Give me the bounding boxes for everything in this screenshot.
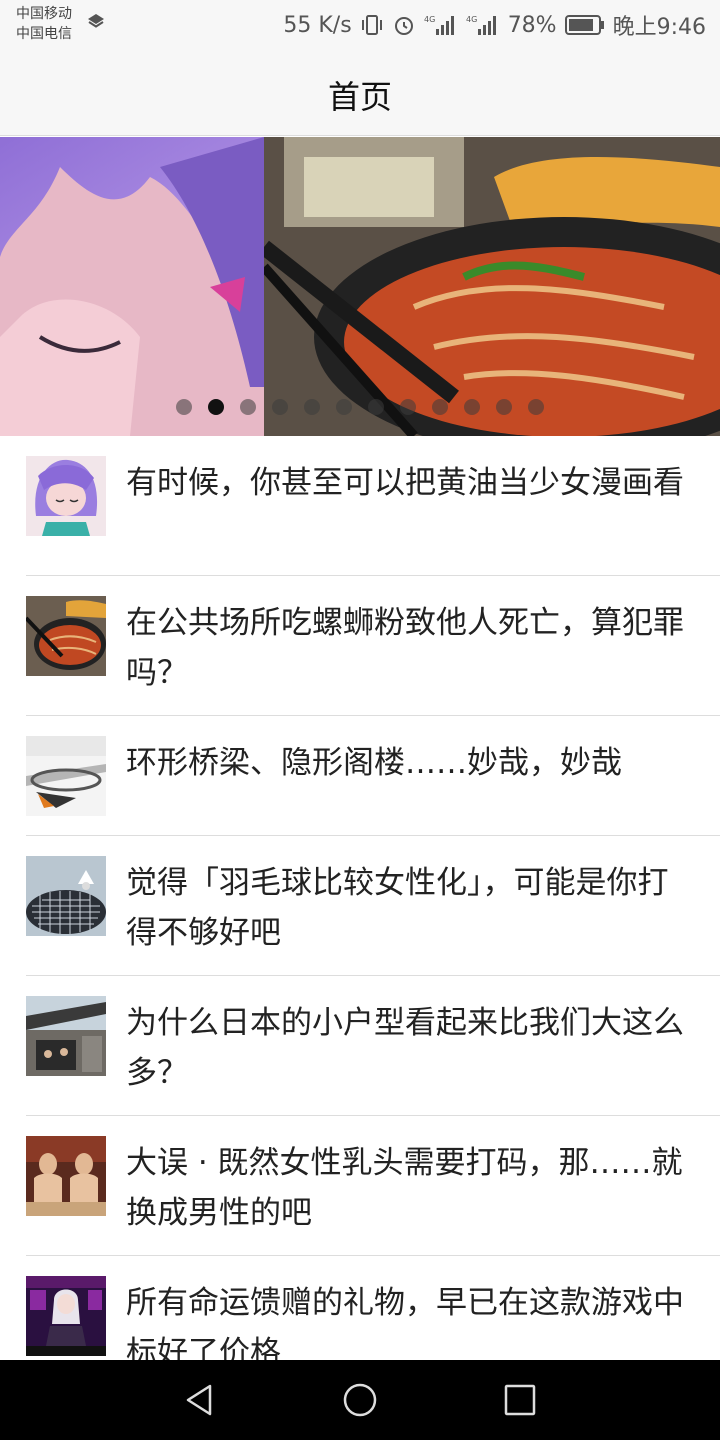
home-icon[interactable] [340,1380,380,1420]
banner-slide-anime[interactable] [0,137,264,436]
carousel-dot[interactable] [240,399,256,415]
svg-text:4G: 4G [424,15,435,24]
list-item[interactable]: 大误 · 既然女性乳头需要打码，那……就换成男性的吧 [0,1116,720,1256]
list-item[interactable]: 环形桥梁、隐形阁楼……妙哉，妙哉 [0,716,720,836]
battery-percent: 78% [507,12,557,38]
article-list: 有时候，你甚至可以把黄油当少女漫画看 在公共场所吃螺蛳粉致他人死亡，算犯罪吗？ … [0,436,720,1396]
carrier-1: 中国移动 [16,6,72,22]
article-title[interactable]: 环形桥梁、隐形阁楼……妙哉，妙哉 [126,738,686,788]
list-item[interactable]: 在公共场所吃螺蛳粉致他人死亡，算犯罪吗？ [0,576,720,716]
article-title[interactable]: 觉得「羽毛球比较女性化」，可能是你打得不够好吧 [126,858,686,958]
page-title: 首页 [327,78,392,116]
battery-icon [564,15,604,35]
list-item[interactable]: 觉得「羽毛球比较女性化」，可能是你打得不够好吧 [0,836,720,976]
thumbnail-renaissance-painting [26,1136,106,1216]
thumbnail-japanese-house [26,996,106,1076]
net-speed: 55 K/s [283,12,352,38]
thumbnail-anime-girl [26,456,106,536]
thumbnail-game-character [26,1276,106,1356]
article-title[interactable]: 有时候，你甚至可以把黄油当少女漫画看 [126,458,686,508]
carousel-dot[interactable] [400,399,416,415]
layers-icon [88,14,104,28]
list-item[interactable]: 有时候，你甚至可以把黄油当少女漫画看 [0,436,720,576]
carousel-dot[interactable] [336,399,352,415]
carousel-dot[interactable] [272,399,288,415]
signal-icon-2: 4G [466,15,496,35]
system-nav-bar [0,1360,720,1440]
alarm-icon [394,17,413,35]
thumbnail-badminton [26,856,106,936]
carousel-dot[interactable] [176,399,192,415]
carrier-2: 中国电信 [16,26,72,42]
carrier-info: 中国移动 中国电信 [16,4,72,44]
carousel-dot[interactable] [304,399,320,415]
back-icon[interactable] [180,1380,220,1420]
carousel-dot[interactable] [208,399,224,415]
banner-carousel[interactable] [0,137,720,436]
status-bar: 中国移动 中国电信 55 K/s 4G 4G 78% 晚上9:46 [0,0,720,52]
article-title[interactable]: 为什么日本的小户型看起来比我们大这么多？ [126,998,686,1098]
carousel-dot[interactable] [464,399,480,415]
carousel-dot[interactable] [368,399,384,415]
banner-slide-noodles[interactable] [264,137,720,436]
article-title[interactable]: 大误 · 既然女性乳头需要打码，那……就换成男性的吧 [126,1138,686,1238]
vibrate-icon [361,15,382,35]
app-bar: 首页 [0,52,720,136]
recents-icon[interactable] [500,1380,540,1420]
carousel-dot[interactable] [432,399,448,415]
article-title[interactable]: 在公共场所吃螺蛳粉致他人死亡，算犯罪吗？ [126,598,686,698]
thumbnail-ring-bridge [26,736,106,816]
thumbnail-noodle-bowl [26,596,106,676]
signal-icon-1: 4G [424,15,454,35]
list-item[interactable]: 为什么日本的小户型看起来比我们大这么多？ [0,976,720,1116]
svg-text:4G: 4G [466,15,477,24]
clock: 晚上9:46 [612,15,706,40]
carousel-dot[interactable] [496,399,512,415]
carousel-indicator [176,399,544,415]
carousel-dot[interactable] [528,399,544,415]
